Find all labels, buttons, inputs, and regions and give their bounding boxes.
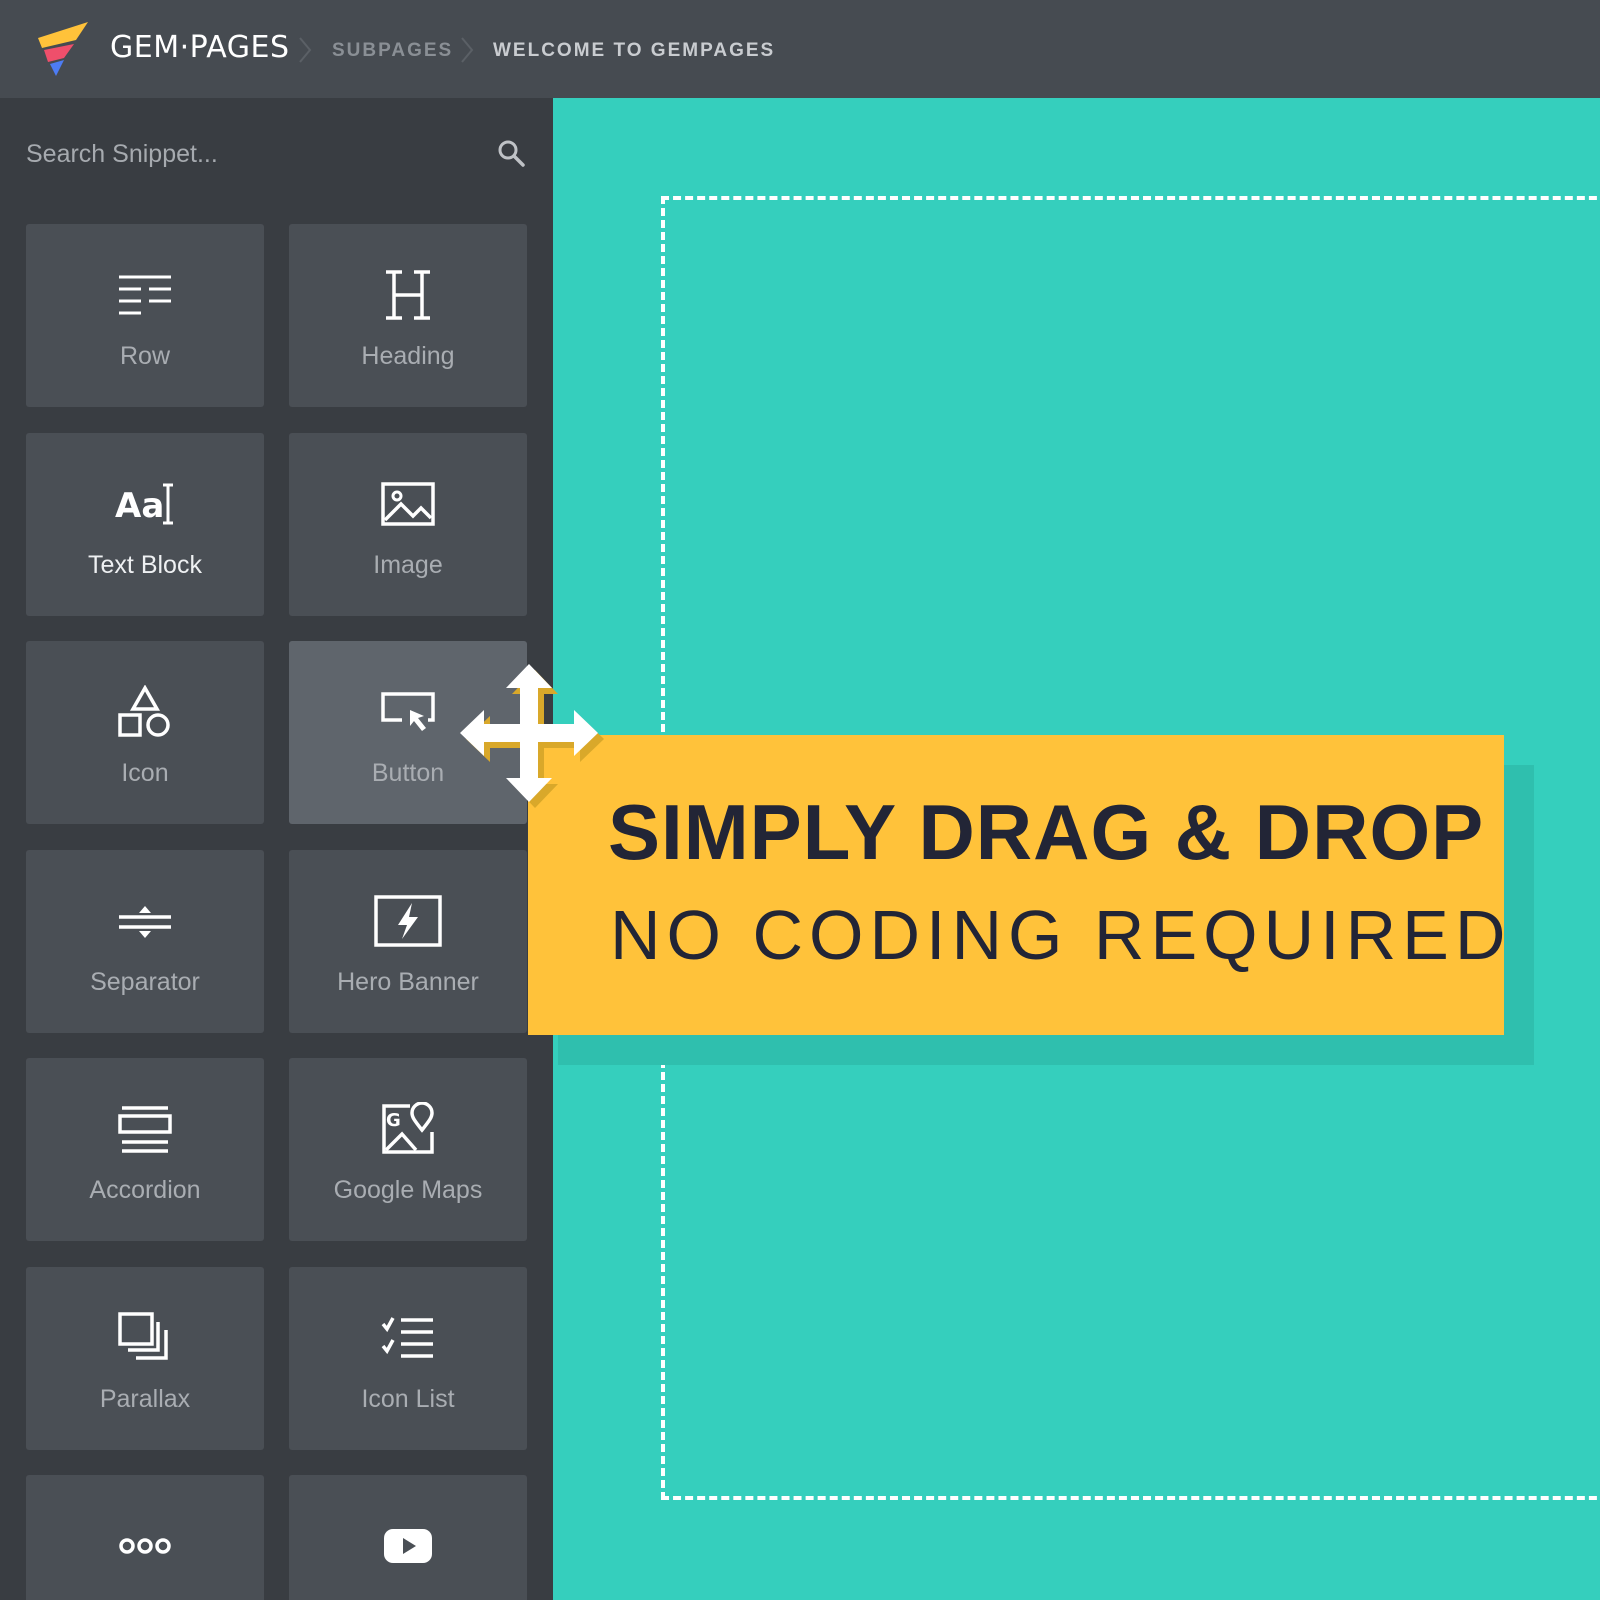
snippet-google-maps[interactable]: G Google Maps (289, 1058, 527, 1241)
heading-icon (386, 270, 430, 320)
google-maps-icon: G (382, 1102, 434, 1154)
youtube-icon (384, 1529, 432, 1563)
snippet-label: Parallax (99, 1385, 191, 1413)
promo-title: SIMPLY DRAG & DROP (608, 788, 1485, 876)
top-bar: GEM·PAGES SUBPAGES WELCOME TO GEMPAGES (0, 0, 1600, 98)
breadcrumb-subpages[interactable]: SUBPAGES (332, 40, 453, 62)
snippet-label: Heading (361, 342, 455, 370)
svg-text:Aa: Aa (115, 486, 164, 526)
hero-banner-icon (374, 895, 442, 947)
snippet-row[interactable]: Row (26, 224, 264, 407)
svg-text:G: G (386, 1110, 401, 1131)
snippet-icon[interactable]: Icon (26, 641, 264, 824)
parallax-icon (118, 1312, 168, 1360)
breadcrumb-current-page[interactable]: WELCOME TO GEMPAGES (493, 40, 775, 62)
snippet-video[interactable] (289, 1475, 527, 1600)
icon-list-icon (381, 1317, 433, 1358)
dots-icon (119, 1538, 171, 1554)
promo-card: SIMPLY DRAG & DROP NO CODING REQUIRED (528, 735, 1505, 1035)
snippet-label: Accordion (89, 1176, 201, 1204)
snippet-text-block[interactable]: Aa Text Block (26, 433, 264, 616)
snippet-hero-banner[interactable]: Hero Banner (289, 850, 527, 1033)
snippet-label: Image (373, 551, 443, 579)
snippet-label: Text Block (88, 551, 202, 579)
snippet-label: Google Maps (333, 1176, 483, 1204)
snippet-icon-list[interactable]: Icon List (289, 1267, 527, 1450)
snippet-label: Hero Banner (337, 968, 479, 996)
move-cursor-icon (460, 664, 604, 808)
snippet-image[interactable]: Image (289, 433, 527, 616)
image-icon (381, 482, 435, 526)
chevron-right-icon (299, 37, 312, 63)
snippet-accordion[interactable]: Accordion (26, 1058, 264, 1241)
chevron-right-icon (461, 37, 474, 63)
snippet-search (0, 98, 553, 208)
snippet-more[interactable] (26, 1475, 264, 1600)
snippet-label: Separator (90, 968, 200, 996)
promo-subtitle: NO CODING REQUIRED (610, 896, 1512, 974)
search-icon[interactable] (496, 138, 526, 168)
snippet-heading[interactable]: Heading (289, 224, 527, 407)
shapes-icon (118, 685, 170, 737)
snippet-label: Icon (121, 759, 169, 787)
search-input[interactable] (26, 134, 466, 174)
text-block-icon: Aa (115, 483, 173, 526)
snippet-label: Icon List (361, 1385, 455, 1413)
snippet-separator[interactable]: Separator (26, 850, 264, 1033)
accordion-icon (118, 1106, 172, 1153)
snippet-parallax[interactable]: Parallax (26, 1267, 264, 1450)
row-icon (119, 275, 171, 315)
separator-icon (119, 906, 171, 938)
snippet-label: Row (119, 342, 170, 370)
button-icon (381, 692, 435, 731)
brand-name[interactable]: GEM·PAGES (110, 30, 290, 65)
gempages-logo-icon[interactable] (38, 22, 90, 76)
